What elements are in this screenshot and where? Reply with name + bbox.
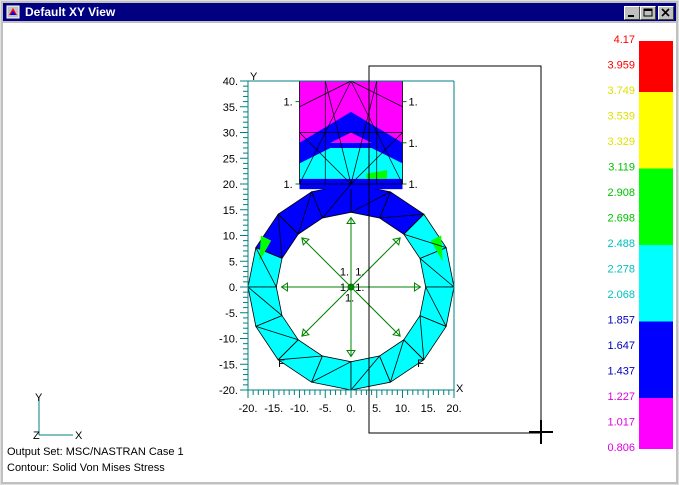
x-axis-label: X [456, 383, 464, 395]
y-tick-label: 30. [223, 128, 238, 140]
output-set-label: Output Set: MSC/NASTRAN Case 1 [7, 446, 184, 458]
load-spoke [301, 237, 352, 288]
legend-value: 3.959 [607, 60, 635, 72]
y-tick-label: -20. [219, 385, 238, 397]
legend-swatch [639, 92, 673, 118]
crosshair-cursor-icon [529, 420, 553, 444]
y-tick-label: 10. [223, 231, 238, 243]
legend-swatch [639, 143, 673, 169]
y-tick-label: 5. [229, 256, 238, 268]
legend-value: 3.749 [607, 85, 635, 97]
legend-value: 2.908 [607, 187, 635, 199]
legend-value: 2.278 [607, 264, 635, 276]
legend-value: 1.437 [607, 366, 635, 378]
legend-value: 0.806 [607, 442, 635, 454]
constraint-marker: 1. [284, 97, 293, 109]
legend-swatch [639, 194, 673, 220]
legend-value: 4.17 [614, 34, 635, 46]
force-marker: F [278, 358, 285, 370]
x-tick-label: -15. [264, 403, 283, 415]
view-triad: Y Z X [33, 392, 83, 442]
legend-value: 2.488 [607, 238, 635, 250]
legend-swatch [639, 423, 673, 449]
app-icon [6, 5, 20, 19]
legend-swatch [639, 372, 673, 398]
legend-value: 1.647 [607, 340, 635, 352]
x-tick-label: 20. [446, 403, 461, 415]
load-spoke [350, 286, 401, 337]
contour-legend: 4.17 3.959 3.749 3.539 3.329 3.119 2.908 2.698 2… [607, 34, 673, 454]
triad-y-label: Y [35, 392, 43, 404]
default-xy-view-window: Default XY View 40. 35. 30. 25. 20. 15. 10. 5. 0… [0, 0, 679, 485]
legend-value: 3.119 [608, 162, 635, 174]
x-tick-label: 15. [421, 403, 436, 415]
triad-z-label: Z [33, 430, 40, 442]
center-marker: 1. [345, 292, 354, 304]
center-marker: 1. [340, 267, 349, 279]
legend-value: 1.017 [607, 417, 635, 429]
constraint-marker: 1. [284, 179, 293, 191]
legend-swatch [639, 66, 673, 92]
y-tick-label: 15. [223, 205, 238, 217]
center-marker: 1. [355, 267, 364, 279]
x-tick-label: 10. [395, 403, 410, 415]
constraint-marker: 1. [409, 179, 418, 191]
legend-value: 2.068 [607, 289, 635, 301]
legend-swatch [639, 117, 673, 143]
model-view[interactable]: 40. 35. 30. 25. 20. 15. 10. 5. 0. -5. -10. -15. -20.… [3, 23, 676, 482]
force-marker: F [417, 358, 424, 370]
contour-label: Contour: Solid Von Mises Stress [7, 462, 165, 474]
y-tick-label: -10. [219, 334, 238, 346]
load-arrows [280, 216, 422, 358]
close-button[interactable] [658, 6, 674, 20]
minimize-button[interactable] [624, 6, 640, 20]
x-tick-label: 5. [372, 403, 381, 415]
legend-swatch [639, 296, 673, 322]
graphics-view[interactable]: 40. 35. 30. 25. 20. 15. 10. 5. 0. -5. -10. -15. -20.… [3, 23, 676, 482]
title-bar[interactable]: Default XY View [3, 3, 676, 21]
y-tick-label: 25. [223, 153, 238, 165]
y-tick-label: -5. [225, 308, 238, 320]
legend-swatch [639, 398, 673, 424]
load-spoke [301, 286, 352, 337]
close-icon [661, 8, 670, 17]
y-tick-label: 20. [223, 179, 238, 191]
legend-value: 1.227 [607, 391, 635, 403]
y-axis-label: Y [250, 71, 258, 83]
y-tick-label: 40. [223, 76, 238, 88]
legend-swatch [639, 41, 673, 67]
legend-swatch [639, 168, 673, 194]
legend-swatch [639, 321, 673, 347]
center-marker: 1. [355, 282, 364, 294]
constraint-marker: 1. [409, 97, 418, 109]
y-tick-label: -15. [219, 359, 238, 371]
minimize-icon [628, 15, 634, 17]
y-tick-label: 35. [223, 102, 238, 114]
legend-value: 2.698 [607, 213, 635, 225]
x-tick-label: 0. [346, 403, 355, 415]
x-tick-label: -20. [239, 403, 258, 415]
window-title: Default XY View [25, 5, 116, 19]
legend-value: 1.857 [607, 315, 635, 327]
y-tick-label: 0. [229, 282, 238, 294]
triad-x-label: X [75, 430, 83, 442]
legend-swatch [639, 270, 673, 296]
legend-value: 3.539 [607, 111, 635, 123]
x-tick-label: -5. [319, 403, 332, 415]
load-spoke [350, 237, 401, 288]
constraint-marker: 1. [409, 138, 418, 150]
legend-value: 3.329 [607, 136, 635, 148]
x-tick-label: -10. [290, 403, 309, 415]
maximize-button[interactable] [640, 6, 656, 20]
legend-swatch [639, 219, 673, 245]
legend-swatch [639, 347, 673, 373]
maximize-icon [643, 8, 653, 17]
legend-swatch [639, 245, 673, 271]
